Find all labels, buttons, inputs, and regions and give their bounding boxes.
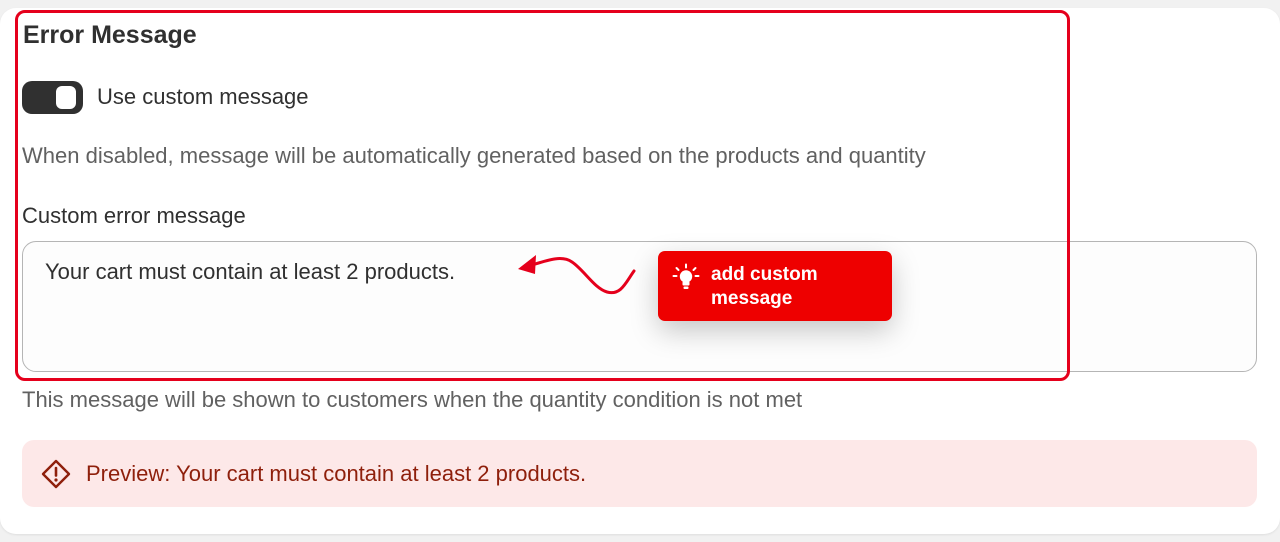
custom-message-toggle[interactable] <box>22 80 83 114</box>
lightbulb-icon <box>672 263 700 291</box>
textarea-help-text: This message will be shown to customers … <box>22 387 803 412</box>
custom-message-toggle-row: Use custom message <box>22 80 309 114</box>
custom-error-message-label: Custom error message <box>22 203 246 228</box>
toggle-help-text: When disabled, message will be automatic… <box>22 143 926 168</box>
preview-text: Preview: Your cart must contain at least… <box>86 460 587 486</box>
textarea-value: Your cart must contain at least 2 produc… <box>45 259 456 284</box>
annotation-tip: add custom message <box>658 251 892 321</box>
alert-diamond-icon <box>40 458 72 490</box>
preview-banner: Preview: Your cart must contain at least… <box>22 440 1257 507</box>
toggle-knob <box>56 85 76 109</box>
tip-text: add custom message <box>711 264 818 309</box>
annotation-arrow <box>518 255 636 295</box>
toggle-label: Use custom message <box>97 84 309 109</box>
section-title: Error Message <box>23 21 197 49</box>
